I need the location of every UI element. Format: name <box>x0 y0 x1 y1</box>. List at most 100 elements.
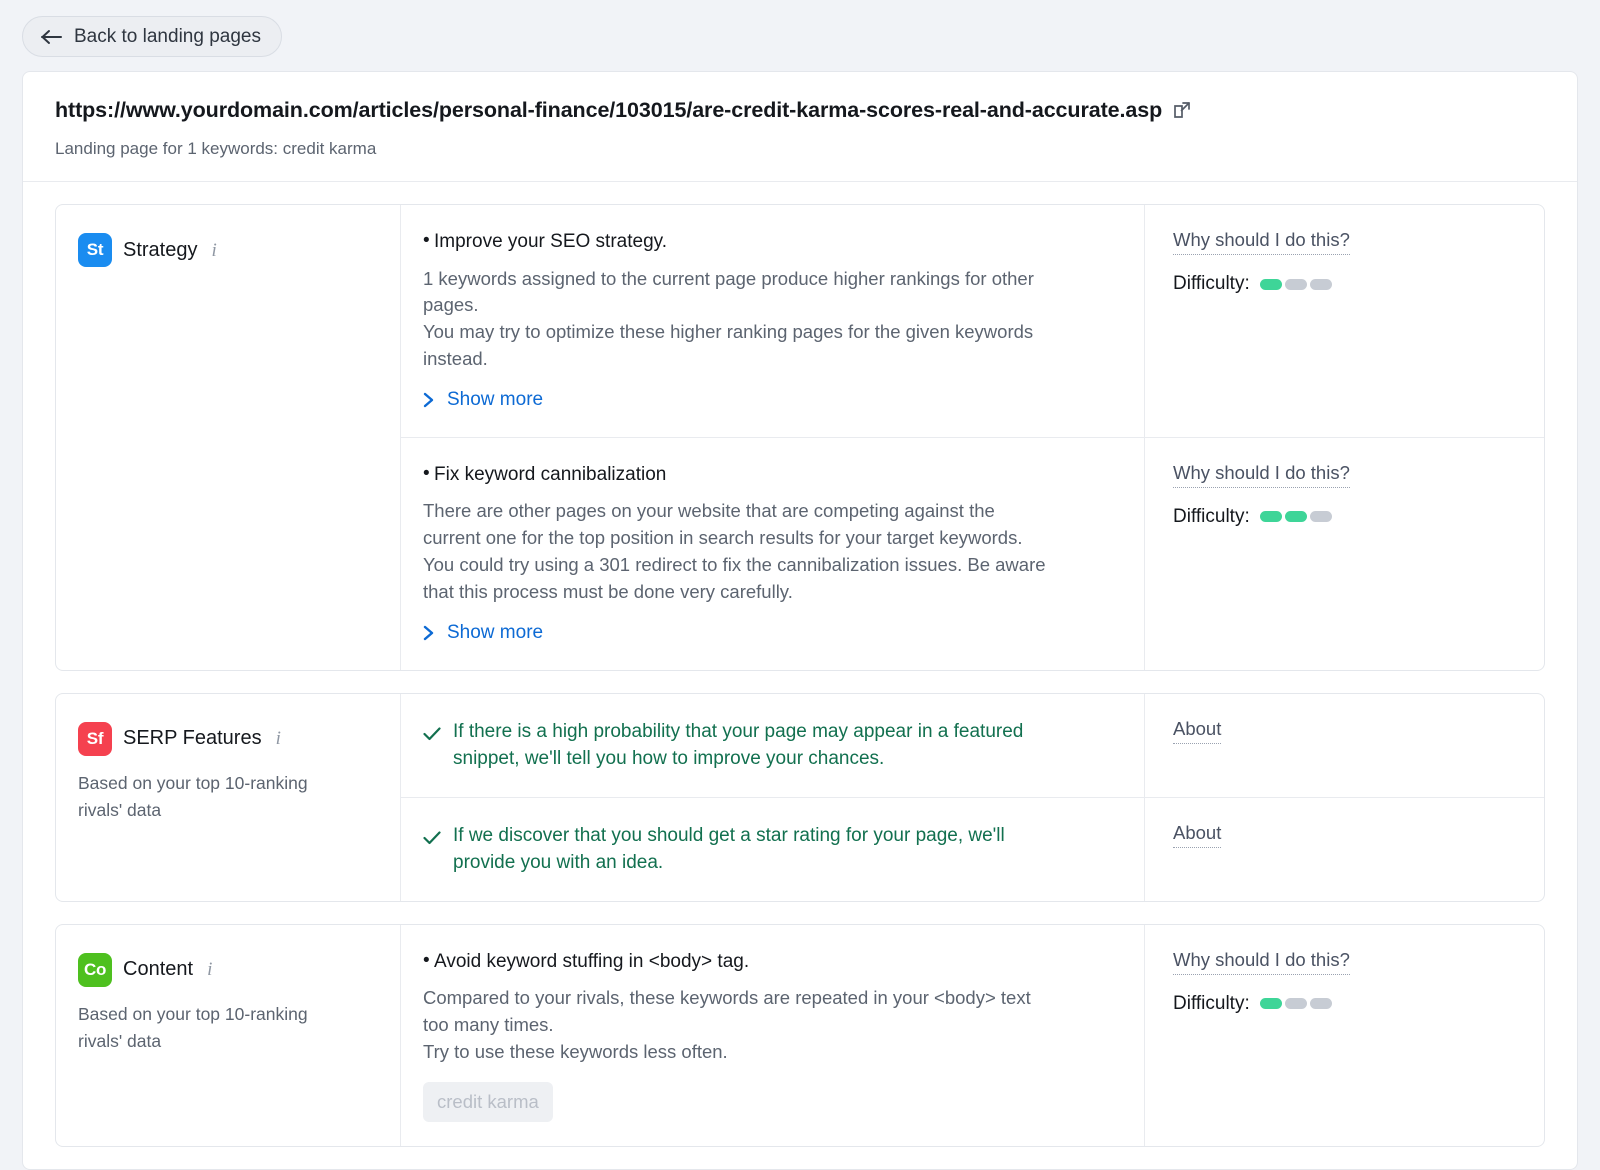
arrow-left-icon <box>41 29 63 45</box>
row-body: Fix keyword cannibalization There are ot… <box>401 438 1144 670</box>
difficulty-label: Difficulty: <box>1173 273 1250 295</box>
info-icon[interactable]: i <box>276 729 281 748</box>
recommendation-description: There are other pages on your website th… <box>423 498 1116 605</box>
difficulty-label: Difficulty: <box>1173 506 1250 528</box>
category-row: St Strategy i <box>78 233 378 267</box>
back-to-landing-pages-button[interactable]: Back to landing pages <box>22 16 282 57</box>
serp-feature-item: If we discover that you should get a sta… <box>423 822 1063 877</box>
card-serp-features-rows: If there is a high probability that your… <box>401 694 1544 901</box>
category-label: Strategy <box>123 239 197 262</box>
back-button-label: Back to landing pages <box>74 27 261 46</box>
page-url[interactable]: https://www.yourdomain.com/articles/pers… <box>55 98 1162 124</box>
category-label: Content <box>123 958 193 981</box>
recommendation-title: Fix keyword cannibalization <box>423 462 1116 489</box>
description-line: There are other pages on your website th… <box>423 498 1116 525</box>
description-line: Try to use these keywords less often. <box>423 1039 1116 1066</box>
description-line: You could try using a 301 redirect to fi… <box>423 552 1116 579</box>
difficulty-meter <box>1260 998 1332 1009</box>
category-row: Co Content i <box>78 953 378 987</box>
row-aside: About <box>1144 798 1544 901</box>
serp-feature-text: If there is a high probability that your… <box>453 718 1063 773</box>
description-line: Compared to your rivals, these keywords … <box>423 985 1116 1012</box>
description-line: 1 keywords assigned to the current page … <box>423 266 1116 293</box>
recommendation-cards: St Strategy i Improve your SEO strategy.… <box>23 182 1577 1147</box>
chevron-right-icon <box>423 625 435 641</box>
recommendation-description: 1 keywords assigned to the current page … <box>423 266 1116 373</box>
difficulty-label: Difficulty: <box>1173 993 1250 1015</box>
description-line: You may try to optimize these higher ran… <box>423 319 1116 346</box>
category-subtitle: Based on your top 10-ranking rivals' dat… <box>78 770 353 824</box>
difficulty-segment <box>1285 998 1307 1009</box>
category-row: Sf SERP Features i <box>78 722 378 756</box>
url-line: https://www.yourdomain.com/articles/pers… <box>55 98 1545 125</box>
serp-feature-row: If we discover that you should get a sta… <box>401 798 1544 901</box>
check-icon <box>423 722 441 750</box>
difficulty-segment <box>1285 511 1307 522</box>
top-bar: Back to landing pages <box>0 0 1600 71</box>
recommendation-row: Fix keyword cannibalization There are ot… <box>401 438 1544 670</box>
difficulty-segment <box>1260 279 1282 290</box>
difficulty-segment <box>1310 511 1332 522</box>
card-content-rows: Avoid keyword stuffing in <body> tag. Co… <box>401 925 1544 1146</box>
category-label: SERP Features <box>123 727 262 750</box>
difficulty-segment <box>1260 998 1282 1009</box>
why-should-i-do-this-link[interactable]: Why should I do this? <box>1173 229 1350 255</box>
row-aside: Why should I do this? Difficulty: <box>1144 438 1544 670</box>
card-strategy: St Strategy i Improve your SEO strategy.… <box>55 204 1545 671</box>
description-line: that this process must be done very care… <box>423 579 1116 606</box>
row-body: Avoid keyword stuffing in <body> tag. Co… <box>401 925 1144 1146</box>
difficulty-row: Difficulty: <box>1173 273 1516 295</box>
check-icon <box>423 826 441 854</box>
about-link[interactable]: About <box>1173 718 1221 744</box>
info-icon[interactable]: i <box>207 960 212 979</box>
card-content: Co Content i Based on your top 10-rankin… <box>55 924 1545 1147</box>
description-line: instead. <box>423 346 1116 373</box>
show-more-button[interactable]: Show more <box>423 622 543 644</box>
recommendation-title: Improve your SEO strategy. <box>423 229 1116 256</box>
difficulty-segment <box>1285 279 1307 290</box>
external-link-icon[interactable] <box>1172 100 1192 125</box>
row-aside: Why should I do this? Difficulty: <box>1144 925 1544 1146</box>
strategy-badge-icon: St <box>78 233 112 267</box>
page-subtitle: Landing page for 1 keywords: credit karm… <box>55 139 1545 159</box>
row-body: If we discover that you should get a sta… <box>401 798 1144 901</box>
category-subtitle: Based on your top 10-ranking rivals' dat… <box>78 1001 353 1055</box>
difficulty-row: Difficulty: <box>1173 506 1516 528</box>
content-badge-icon: Co <box>78 953 112 987</box>
show-more-label: Show more <box>447 389 543 411</box>
panel-header: https://www.yourdomain.com/articles/pers… <box>23 72 1577 182</box>
row-body: Improve your SEO strategy. 1 keywords as… <box>401 205 1144 437</box>
chevron-right-icon <box>423 392 435 408</box>
description-line: too many times. <box>423 1012 1116 1039</box>
card-strategy-rows: Improve your SEO strategy. 1 keywords as… <box>401 205 1544 670</box>
serp-feature-item: If there is a high probability that your… <box>423 718 1063 773</box>
serp-features-badge-icon: Sf <box>78 722 112 756</box>
card-strategy-header: St Strategy i <box>56 205 401 670</box>
card-serp-features: Sf SERP Features i Based on your top 10-… <box>55 693 1545 902</box>
description-line: current one for the top position in sear… <box>423 525 1116 552</box>
info-icon[interactable]: i <box>211 241 216 260</box>
why-should-i-do-this-link[interactable]: Why should I do this? <box>1173 462 1350 488</box>
card-content-header: Co Content i Based on your top 10-rankin… <box>56 925 401 1146</box>
show-more-button[interactable]: Show more <box>423 389 543 411</box>
row-body: If there is a high probability that your… <box>401 694 1144 797</box>
difficulty-segment <box>1310 279 1332 290</box>
difficulty-meter <box>1260 511 1332 522</box>
recommendation-title: Avoid keyword stuffing in <body> tag. <box>423 949 1116 976</box>
row-aside: About <box>1144 694 1544 797</box>
difficulty-segment <box>1310 998 1332 1009</box>
difficulty-segment <box>1260 511 1282 522</box>
keyword-tag[interactable]: credit karma <box>423 1082 553 1122</box>
card-serp-features-header: Sf SERP Features i Based on your top 10-… <box>56 694 401 901</box>
why-should-i-do-this-link[interactable]: Why should I do this? <box>1173 949 1350 975</box>
serp-feature-row: If there is a high probability that your… <box>401 694 1544 798</box>
recommendation-row: Improve your SEO strategy. 1 keywords as… <box>401 205 1544 438</box>
row-aside: Why should I do this? Difficulty: <box>1144 205 1544 437</box>
recommendation-description: Compared to your rivals, these keywords … <box>423 985 1116 1065</box>
about-link[interactable]: About <box>1173 822 1221 848</box>
landing-page-panel: https://www.yourdomain.com/articles/pers… <box>22 71 1578 1170</box>
recommendation-row: Avoid keyword stuffing in <body> tag. Co… <box>401 925 1544 1146</box>
difficulty-row: Difficulty: <box>1173 993 1516 1015</box>
description-line: pages. <box>423 292 1116 319</box>
difficulty-meter <box>1260 279 1332 290</box>
